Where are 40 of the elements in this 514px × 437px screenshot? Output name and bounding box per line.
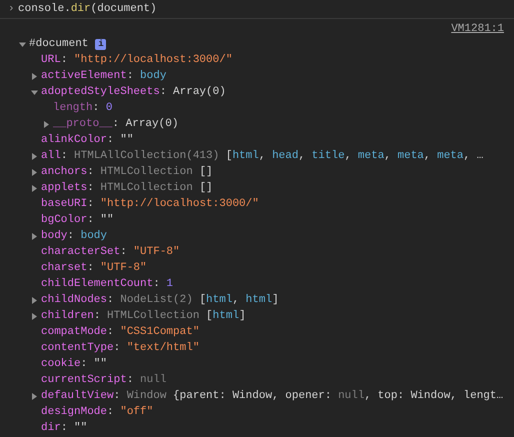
property-line: defaultView: Window {parent: Window, opener: null, top: Window, lengt…	[41, 388, 504, 404]
collapsed-triangle-icon[interactable]	[31, 312, 38, 320]
property-line: length: 0	[53, 100, 112, 116]
property-line: activeElement: body	[41, 68, 166, 84]
collapsed-triangle-icon[interactable]	[31, 392, 38, 400]
property-line: contentType: "text/html"	[41, 340, 200, 356]
property-line: #document	[29, 36, 88, 52]
property-line: applets: HTMLCollection []	[41, 180, 213, 196]
expanded-triangle-icon[interactable]	[19, 40, 26, 48]
property-line: body: body	[41, 228, 108, 244]
property-line: alinkColor: ""	[41, 132, 134, 148]
property-line: childElementCount: 1	[41, 276, 174, 292]
property-line: childNodes: NodeList(2) [html, html]	[41, 292, 279, 308]
console-command: console.dir(document)	[18, 2, 157, 17]
source-link[interactable]: VM1281:1	[451, 22, 504, 36]
collapsed-triangle-icon[interactable]	[31, 296, 38, 304]
property-line: cookie: ""	[41, 356, 108, 372]
property-line: all: HTMLAllCollection(413) [html, head, title, meta, meta, meta, …	[41, 148, 484, 164]
property-line: characterSet: "UTF-8"	[41, 244, 180, 260]
property-line: compatMode: "CSS1Compat"	[41, 324, 200, 340]
property-line: anchors: HTMLCollection []	[41, 164, 213, 180]
property-line: adoptedStyleSheets: Array(0)	[41, 84, 226, 100]
collapsed-triangle-icon[interactable]	[43, 120, 50, 128]
property-line: dir: ""	[41, 420, 88, 436]
property-line: designMode: "off"	[41, 404, 154, 420]
property-line: bgColor: ""	[41, 212, 114, 228]
property-line: __proto__: Array(0)	[53, 116, 178, 132]
collapsed-triangle-icon[interactable]	[31, 152, 38, 160]
property-line: currentScript: null	[41, 372, 166, 388]
info-badge[interactable]: i	[95, 38, 106, 50]
property-line: baseURI: "http://localhost:3000/"	[41, 196, 259, 212]
collapsed-triangle-icon[interactable]	[31, 72, 38, 80]
property-line: URL: "http://localhost:3000/"	[41, 52, 232, 68]
prompt-icon: ›	[8, 0, 18, 18]
property-line: children: HTMLCollection [html]	[41, 308, 246, 324]
property-line: charset: "UTF-8"	[41, 260, 147, 276]
expanded-triangle-icon[interactable]	[31, 88, 38, 96]
collapsed-triangle-icon[interactable]	[31, 168, 38, 176]
collapsed-triangle-icon[interactable]	[31, 184, 38, 192]
collapsed-triangle-icon[interactable]	[31, 232, 38, 240]
